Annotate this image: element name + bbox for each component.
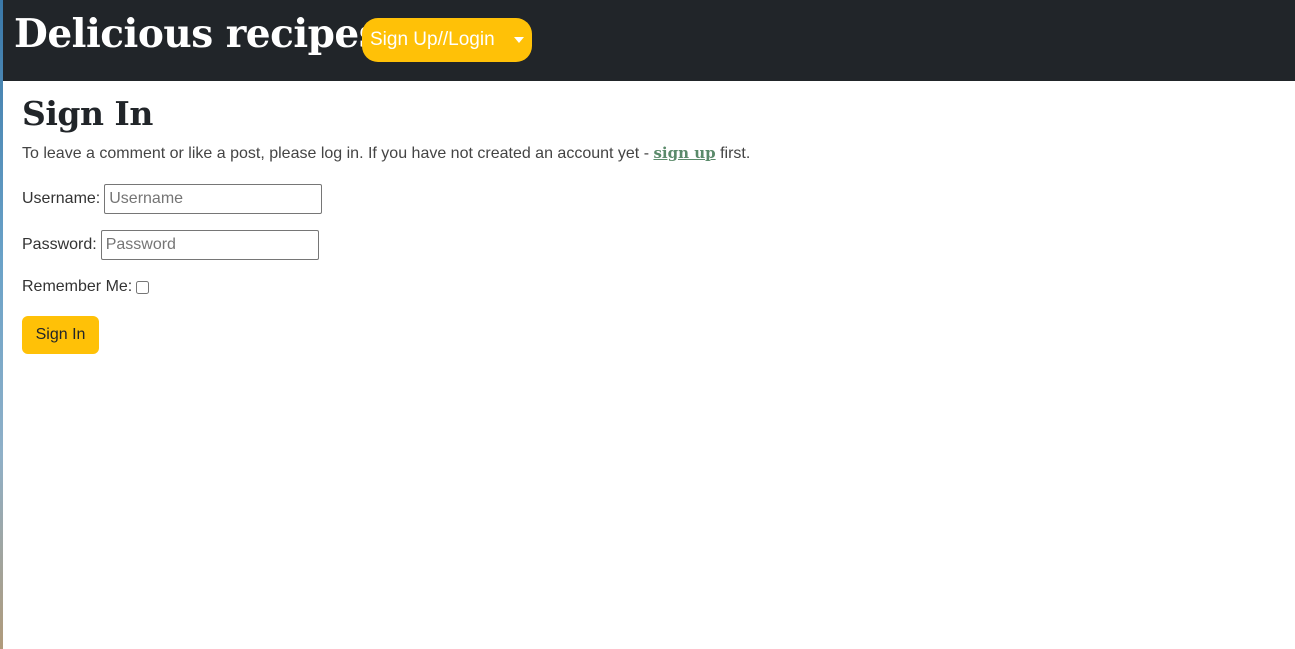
username-row: Username: (22, 184, 323, 214)
username-input[interactable] (104, 184, 323, 214)
signin-content: Sign In To leave a comment or like a pos… (22, 92, 750, 354)
page-title: Sign In (22, 94, 153, 133)
site-brand[interactable]: Delicious recipes (14, 10, 381, 58)
username-label: Username: (22, 190, 101, 207)
remember-row: Remember Me: (22, 278, 150, 296)
intro-text-before: To leave a comment or like a post, pleas… (22, 145, 654, 162)
signin-button[interactable]: Sign In (22, 316, 99, 354)
password-row: Password: (22, 230, 319, 260)
top-navbar: Delicious recipes Sign Up//Login (3, 0, 1295, 81)
auth-dropdown-toggle[interactable]: Sign Up//Login (362, 18, 532, 62)
intro-text: To leave a comment or like a post, pleas… (22, 144, 750, 163)
password-input[interactable] (100, 230, 319, 260)
password-label: Password: (22, 236, 97, 253)
caret-down-icon (514, 37, 524, 43)
remember-label: Remember Me: (22, 278, 133, 295)
signup-link[interactable]: sign up (653, 144, 715, 162)
window-edge (0, 0, 3, 649)
remember-checkbox[interactable] (136, 280, 150, 294)
intro-text-after: first. (715, 145, 751, 162)
auth-dropdown-label: Sign Up//Login (370, 29, 495, 50)
